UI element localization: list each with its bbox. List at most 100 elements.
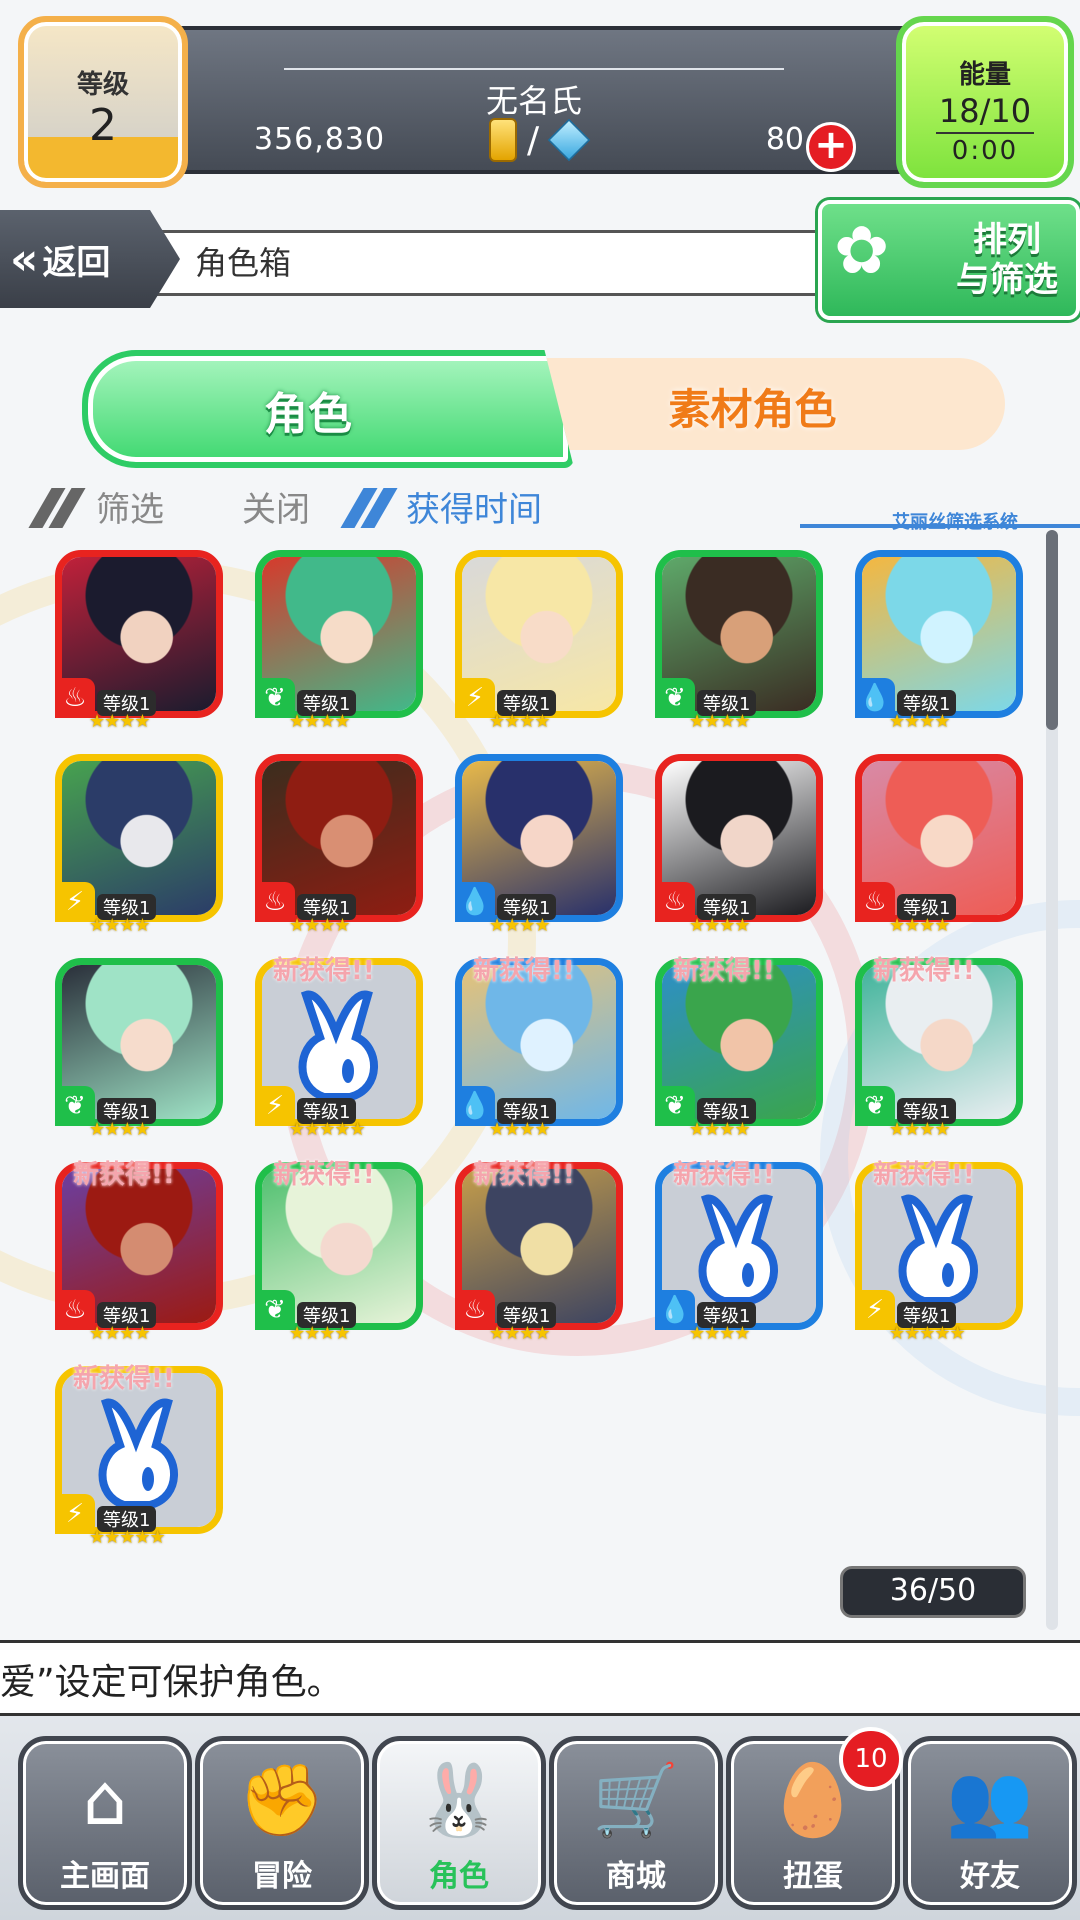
characters-icon: 🐰 [415,1759,503,1841]
gold-amount: 356,830 [254,122,386,157]
nav-characters-label: 角色 [429,1859,489,1894]
character-card[interactable]: 新获得!! ♨ 等级1 ★★★★ [55,1160,225,1344]
level-label: 等级 [76,70,129,100]
character-card[interactable]: ⚡ 等级1 ★★★★ [55,754,225,936]
shop-icon: 🛒 [592,1759,680,1841]
energy-badge[interactable]: 能量 18/10 0:00 [896,16,1074,188]
character-card[interactable]: 新获得!! ⚡ 等级1 ★★★★★ [55,1364,225,1548]
level-value: 2 [89,100,117,151]
character-card[interactable]: 新获得!! ♨ 等级1 ★★★★ [455,1160,625,1344]
friends-icon: 👥 [946,1759,1034,1841]
character-card[interactable]: 新获得!! ❦ 等级1 ★★★★ [255,1160,425,1344]
rarity-stars: ★★★★ [289,1323,351,1344]
rarity-stars: ★★★★ [89,1323,151,1344]
character-card[interactable]: ❦ 等级1 ★★★★ [255,550,425,732]
rarity-stars: ★★★★ [89,1119,151,1140]
nav-adventure-button[interactable]: ✊ 冒险 [195,1736,369,1910]
rarity-stars: ★★★★ [689,1119,751,1140]
rarity-stars: ★★★★ [689,915,751,936]
rarity-stars: ★★★★ [489,711,551,732]
currency-separator: / [527,119,540,161]
tab-material-characters-label: 素材角色 [668,385,837,434]
nav-shop-button[interactable]: 🛒 商城 [549,1736,723,1910]
sort-filter-button[interactable]: ✿ 排列 与筛选 [818,200,1080,320]
character-card[interactable]: 新获得!! ⚡ 等级1 ★★★★★ [255,956,425,1140]
rarity-stars: ★★★★★ [889,1323,966,1344]
rarity-stars: ★★★★ [89,915,151,936]
character-card[interactable]: 💧 等级1 ★★★★ [855,550,1025,732]
new-badge: 新获得!! [873,956,975,986]
tab-characters[interactable]: 角色 [82,350,574,468]
rarity-stars: ★★★★ [889,915,951,936]
rarity-stars: ★★★★ [289,915,351,936]
rarity-stars: ★★★★ [89,711,151,732]
rarity-stars: ★★★★ [489,1323,551,1344]
player-name: 无名氏 [485,82,582,120]
character-card[interactable]: ⚡ 等级1 ★★★★ [455,550,625,732]
new-badge: 新获得!! [273,956,375,986]
nav-home-label: 主画面 [60,1859,150,1894]
character-card[interactable]: 💧 等级1 ★★★★ [455,754,625,936]
status-bar: 无名氏 356,830 / 80 + 等级 2 能量 18/10 0:00 [0,0,1080,190]
tab-characters-label: 角色 [264,389,352,440]
character-card[interactable]: ❦ 等级1 ★★★★ [55,958,225,1140]
nav-home-button[interactable]: ⌂ 主画面 [18,1736,192,1910]
nav-shop-label: 商城 [606,1859,666,1894]
sort-order-label[interactable]: 获得时间 [406,482,542,531]
home-icon: ⌂ [82,1759,128,1841]
energy-timer: 0:00 [951,136,1019,166]
character-card[interactable]: 新获得!! ❦ 等级1 ★★★★ [855,956,1025,1140]
new-badge: 新获得!! [473,1160,575,1190]
character-card[interactable]: 新获得!! ❦ 等级1 ★★★★ [655,956,825,1140]
rarity-stars: ★★★★ [489,915,551,936]
character-card[interactable]: ♨ 等级1 ★★★★ [55,550,225,732]
gem-icon [547,118,591,162]
character-card[interactable]: ♨ 等级1 ★★★★ [255,754,425,936]
character-card[interactable]: ♨ 等级1 ★★★★ [655,754,825,936]
add-gems-button[interactable]: + [806,122,856,172]
rarity-stars: ★★★★ [689,1323,751,1344]
character-card[interactable]: 新获得!! 💧 等级1 ★★★★ [655,1160,825,1344]
character-card[interactable]: ♨ 等级1 ★★★★ [855,754,1025,936]
character-card[interactable]: 新获得!! ⚡ 等级1 ★★★★★ [855,1160,1025,1344]
rarity-stars: ★★★★★ [89,1527,166,1548]
new-badge: 新获得!! [673,1160,775,1190]
rarity-stars: ★★★★ [889,711,951,732]
sort-filter-label: 排列 与筛选 [956,220,1058,300]
nav-adventure-label: 冒险 [252,1859,312,1894]
grid-scrollbar-thumb[interactable] [1046,530,1058,730]
new-badge: 新获得!! [73,1364,175,1394]
name-divider [284,68,784,70]
back-button[interactable]: « 返回 [0,210,180,308]
energy-label: 能量 [958,60,1011,90]
filter-system-label: 艾丽丝筛选系统 [892,512,1018,533]
sort-filter-label-line2: 与筛选 [956,260,1058,300]
gem-amount: 80 [765,122,804,157]
character-card[interactable]: 新获得!! 💧 等级1 ★★★★ [455,956,625,1140]
player-info-panel: 无名氏 356,830 / 80 + [150,26,918,174]
character-card[interactable]: ❦ 等级1 ★★★★ [655,550,825,732]
rarity-stars: ★★★★ [889,1119,951,1140]
nav-friends-button[interactable]: 👥 好友 [903,1736,1077,1910]
filter-label[interactable]: 筛选 [96,482,164,531]
nav-gacha-button[interactable]: 🥚 扭蛋 10 [726,1727,903,1910]
level-badge: 等级 2 [18,16,188,188]
new-badge: 新获得!! [673,956,775,986]
new-badge: 新获得!! [873,1160,975,1190]
new-badge: 新获得!! [473,956,575,986]
energy-value: 18/10 [938,92,1032,130]
coin-icon [489,118,517,162]
hint-text: 爱”设定可保护角色。 [0,1662,343,1703]
filter-row: 筛选 关闭 获得时间 艾丽丝筛选系统 [0,478,1080,534]
tab-material-characters[interactable]: 素材角色 [500,358,1005,450]
double-chevron-left-icon: « [10,233,39,285]
filter-state[interactable]: 关闭 [242,482,310,531]
hint-bar: 爱”设定可保护角色。 [0,1640,1080,1716]
rarity-stars: ★★★★ [489,1119,551,1140]
box-capacity-count: 36/50 [840,1566,1026,1618]
sort-filter-label-line1: 排列 [973,220,1041,260]
nav-characters-button[interactable]: 🐰 角色 [372,1736,546,1910]
notification-badge: 10 [839,1727,903,1791]
bottom-navigation: ⌂ 主画面 ✊ 冒险 🐰 角色 🛒 商城 🥚 扭蛋 10 👥 好友 [0,1716,1080,1920]
back-label: 返回 [42,242,111,283]
